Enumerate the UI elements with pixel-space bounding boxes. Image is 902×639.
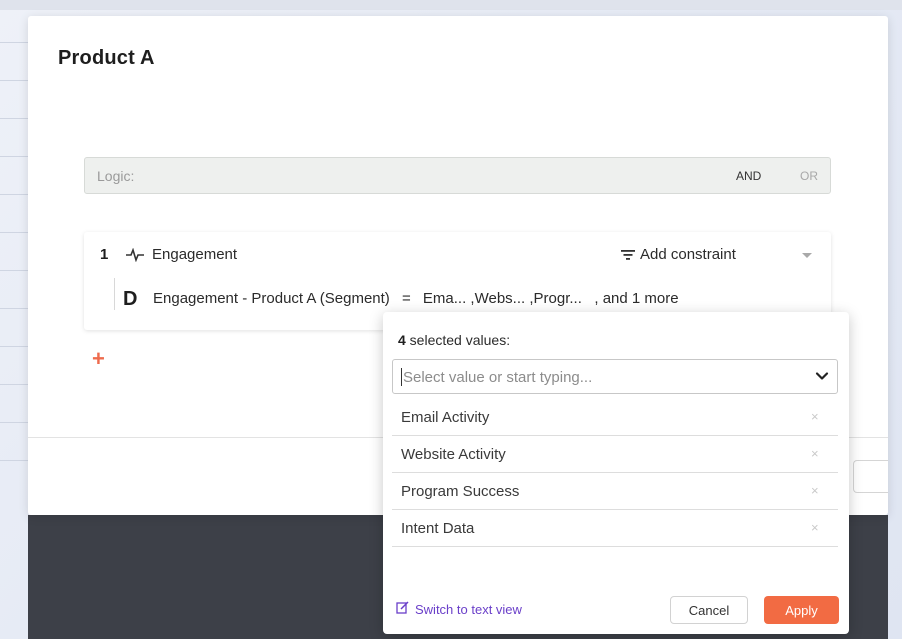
add-rule-button[interactable]: + (92, 348, 105, 370)
logic-input[interactable]: Logic: AND OR (84, 157, 831, 194)
condition-connector (114, 278, 115, 310)
cancel-button[interactable]: Cancel (670, 596, 748, 624)
value-picker-dropdown: 4 selected values: Select value or start… (383, 312, 849, 634)
list-item[interactable]: Website Activity × (392, 436, 838, 473)
list-item[interactable]: Intent Data × (392, 510, 838, 547)
background-table-edge (0, 0, 28, 520)
remove-value-icon[interactable]: × (811, 483, 819, 498)
value-label: Email Activity (401, 409, 490, 426)
d-segment-icon: D (123, 288, 138, 310)
remove-value-icon[interactable]: × (811, 409, 819, 424)
value-label: Intent Data (401, 520, 475, 537)
logic-and-toggle[interactable]: AND (736, 169, 761, 183)
chevron-down-icon[interactable] (814, 368, 830, 384)
selected-count-label: 4 selected values: (398, 332, 510, 348)
logic-label: Logic: (97, 168, 135, 184)
pulse-icon (126, 248, 144, 262)
value-label: Website Activity (401, 446, 506, 463)
logic-or-toggle[interactable]: OR (800, 169, 818, 183)
text-caret (401, 368, 402, 386)
remove-value-icon[interactable]: × (811, 446, 819, 461)
selected-count-suffix: selected values: (405, 332, 511, 348)
list-item[interactable]: Email Activity × (392, 399, 838, 436)
condition-text[interactable]: Engagement - Product A (Segment) = Ema..… (153, 290, 679, 307)
value-label: Program Success (401, 483, 520, 500)
footer-button-partial[interactable] (853, 460, 888, 493)
condition-values[interactable]: Ema... ,Webs... ,Progr... , and 1 more (423, 290, 679, 307)
filter-icon[interactable] (621, 249, 635, 261)
modal-title: Product A (58, 47, 155, 69)
rule-number: 1 (100, 246, 109, 263)
condition-operator: = (401, 290, 411, 307)
condition-field: Engagement - Product A (Segment) (153, 290, 390, 307)
list-item[interactable]: Program Success × (392, 473, 838, 510)
apply-button[interactable]: Apply (764, 596, 839, 624)
add-constraint-button[interactable]: Add constraint (640, 246, 736, 263)
selected-values-list: Email Activity × Website Activity × Prog… (392, 399, 838, 547)
switch-to-text-view-link[interactable]: Switch to text view (415, 602, 522, 617)
edit-note-icon[interactable] (396, 601, 409, 614)
selected-count: 4 (398, 332, 406, 348)
remove-value-icon[interactable]: × (811, 520, 819, 535)
value-search-placeholder: Select value or start typing... (403, 369, 593, 386)
rule-options-chevron-icon[interactable] (802, 253, 812, 258)
rule-name: Engagement (152, 246, 238, 263)
value-search-input[interactable]: Select value or start typing... (392, 359, 838, 394)
app-top-strip (0, 0, 902, 10)
